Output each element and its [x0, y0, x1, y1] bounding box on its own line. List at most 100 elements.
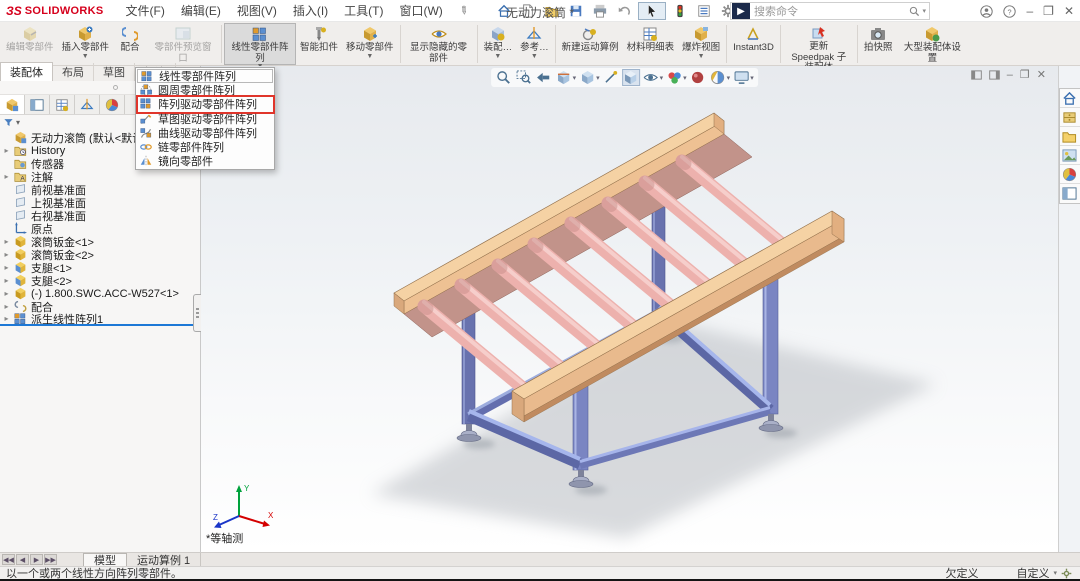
ribbon-button-speedpak[interactable]: 更新 Speedpak 子装配体 [783, 23, 855, 65]
tree-item-12[interactable]: ▸配合 [0, 300, 200, 313]
doc-close-button[interactable]: ✕ [1037, 68, 1046, 81]
doc-restore-button[interactable]: ❐ [1020, 68, 1030, 81]
ribbon-button-show-hidden[interactable]: 显示隐藏的零部件 [403, 23, 475, 65]
search-icon[interactable]: ▾ [909, 6, 929, 17]
menu-window[interactable]: 窗口(W) [391, 0, 450, 21]
pane-left-icon[interactable] [971, 70, 982, 80]
account-icon[interactable] [980, 5, 993, 18]
minimize-button[interactable]: – [1026, 4, 1033, 18]
panel-splitter-handle[interactable] [193, 294, 201, 332]
caret-icon[interactable]: ▾ [727, 74, 731, 82]
pin-icon[interactable]: ✎ [456, 3, 471, 19]
tab-prev-button[interactable]: ◀ [16, 554, 29, 565]
home-icon[interactable] [1060, 89, 1080, 108]
menu-item-linear-pattern[interactable]: 线性零部件阵列 [137, 69, 273, 83]
feature-manager-tab[interactable] [0, 95, 25, 114]
tab-last-button[interactable]: ▶▶ [44, 554, 57, 565]
menu-item-pattern-driven[interactable]: 阵列驱动零部件阵列 [137, 97, 273, 111]
zoom-area-icon[interactable] [515, 69, 533, 86]
menu-view[interactable]: 视图(V) [229, 0, 285, 21]
status-custom[interactable]: 自定义 [1016, 565, 1049, 581]
view-settings-icon[interactable] [732, 69, 750, 86]
caret-icon[interactable]: ▾ [596, 74, 600, 82]
caret-icon[interactable]: ▾ [683, 74, 687, 82]
section-view-icon[interactable] [555, 69, 573, 86]
ribbon-button-linear-pattern[interactable]: 线性零部件阵列▼ [224, 23, 296, 65]
custom-properties-icon[interactable] [1060, 165, 1080, 184]
undo-icon[interactable] [614, 2, 634, 20]
ribbon-button-snapshot[interactable]: 拍快照 [860, 23, 897, 65]
tree-item-11[interactable]: ▸(-) 1.800.SWC.ACC-W527<1> [0, 287, 200, 300]
restore-button[interactable]: ❐ [1043, 4, 1054, 18]
menu-item-curve-driven[interactable]: 曲线驱动零部件阵列 [137, 126, 273, 140]
ribbon-button-insert-component[interactable]: 插入零部件▼ [58, 23, 114, 65]
ribbon-button-instant3d[interactable]: Instant3D [729, 23, 778, 65]
print-icon[interactable] [590, 2, 610, 20]
appearances-icon[interactable] [1060, 146, 1080, 165]
dropdown-caret-icon[interactable]: ▼ [531, 54, 538, 60]
select-tool-icon[interactable] [638, 2, 666, 20]
tab-first-button[interactable]: ◀◀ [2, 554, 15, 565]
tab-装配体[interactable]: 装配体 [0, 62, 53, 81]
property-manager-tab[interactable] [25, 95, 50, 114]
tree-item-4[interactable]: 上视基准面 [0, 196, 200, 209]
ribbon-button-bom[interactable]: 材料明细表 [623, 23, 679, 65]
expand-arrow-icon[interactable]: ▸ [2, 146, 11, 155]
caret-icon[interactable]: ▾ [660, 74, 664, 82]
hide-show-icon[interactable] [665, 69, 683, 86]
ribbon-button-smart-fasteners[interactable]: 智能扣件 [296, 23, 342, 65]
tree-item-3[interactable]: 前视基准面 [0, 183, 200, 196]
dropdown-caret-icon[interactable]: ▼ [494, 54, 501, 60]
orientation-cube-icon[interactable] [622, 69, 640, 86]
tab-布局[interactable]: 布局 [53, 63, 94, 81]
expand-arrow-icon[interactable]: ▸ [2, 250, 11, 259]
menu-edit[interactable]: 编辑(E) [173, 0, 229, 21]
ribbon-button-assembly-features[interactable]: 装配…▼ [480, 23, 517, 65]
expand-arrow-icon[interactable]: ▸ [2, 237, 11, 246]
model-roller-conveyor[interactable] [201, 66, 1058, 552]
dimxpert-tab[interactable] [75, 95, 100, 114]
ribbon-button-mate[interactable]: 配合 [113, 23, 147, 65]
tree-item-5[interactable]: 右视基准面 [0, 209, 200, 222]
zoom-fit-icon[interactable] [495, 69, 513, 86]
caret-icon[interactable]: ▾ [573, 74, 577, 82]
expand-arrow-icon[interactable]: ▸ [2, 263, 11, 272]
menu-item-chain-pattern[interactable]: 链零部件阵列 [137, 140, 273, 154]
graphics-viewport[interactable]: ▾▾▾▾▾▾ – ❐ ✕ Y X Z *等轴测 [201, 66, 1058, 552]
menu-item-mirror-components[interactable]: 镜向零部件 [137, 154, 273, 168]
display-style-icon[interactable] [642, 69, 660, 86]
command-list-icon[interactable] [694, 2, 714, 20]
ribbon-button-move-component[interactable]: 移动零部件▼ [342, 23, 398, 65]
menu-file[interactable]: 文件(F) [118, 0, 173, 21]
ribbon-button-reference-geometry[interactable]: 参考…▼ [516, 23, 553, 65]
appearance-icon[interactable] [689, 69, 707, 86]
menu-item-sketch-driven[interactable]: 草图驱动零部件阵列 [137, 112, 273, 126]
design-library-icon[interactable] [1060, 108, 1080, 127]
scene-icon[interactable] [709, 69, 727, 86]
tab-next-button[interactable]: ▶ [30, 554, 43, 565]
tree-item-13[interactable]: ▸派生线性阵列1 [0, 313, 200, 326]
display-manager-tab[interactable] [100, 95, 125, 114]
dropdown-caret-icon[interactable]: ▼ [698, 54, 705, 60]
previous-view-icon[interactable] [535, 69, 553, 86]
ribbon-button-motion-study[interactable]: 新建运动算例 [558, 23, 623, 65]
tab-草图[interactable]: 草图 [94, 63, 135, 81]
tree-item-2[interactable]: ▸A注解 [0, 170, 200, 183]
tree-item-10[interactable]: ▸支腿<2> [0, 274, 200, 287]
ribbon-button-large-assembly[interactable]: 大型装配体设置 [896, 23, 968, 65]
dropdown-caret-icon[interactable]: ▼ [82, 54, 89, 60]
status-gear-icon[interactable] [1061, 568, 1072, 579]
close-button[interactable]: ✕ [1064, 4, 1074, 18]
tree-item-9[interactable]: ▸支腿<1> [0, 261, 200, 274]
expand-arrow-icon[interactable]: ▸ [2, 289, 11, 298]
pane-icon[interactable] [1060, 184, 1080, 203]
menu-tools[interactable]: 工具(T) [336, 0, 391, 21]
tree-item-6[interactable]: 原点 [0, 222, 200, 235]
expand-arrow-icon[interactable]: ▸ [2, 276, 11, 285]
tree-item-7[interactable]: ▸滚筒钣金<1> [0, 235, 200, 248]
menu-insert[interactable]: 插入(I) [285, 0, 336, 21]
view-orientation-icon[interactable] [578, 69, 596, 86]
tree-item-8[interactable]: ▸滚筒钣金<2> [0, 248, 200, 261]
search-input[interactable]: ▶ 搜索命令 ▾ [730, 2, 930, 20]
caret-icon[interactable]: ▾ [750, 74, 754, 82]
